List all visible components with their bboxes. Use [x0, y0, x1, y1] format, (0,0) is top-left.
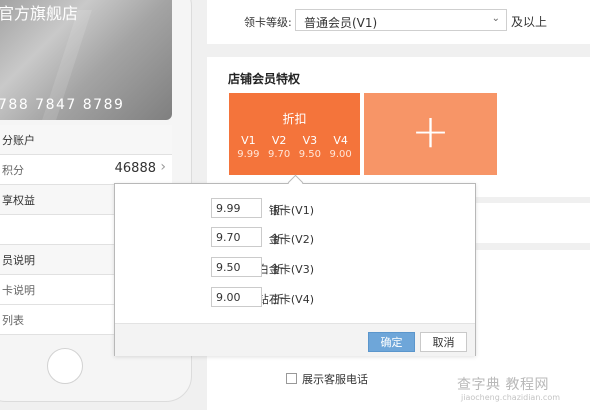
list-item-label: 享权益 — [2, 194, 35, 207]
discount-row-v2: 金卡(V2) 折 — [115, 227, 475, 249]
chevron-right-icon: › — [160, 159, 166, 175]
level-select-value: 普通会员(V1) — [304, 16, 378, 30]
list-item-label: 积分 — [2, 164, 24, 177]
discount-row-v4: 钻石卡(V4) 折 — [115, 287, 475, 309]
level-rate: 9.00 — [329, 149, 352, 160]
popup-footer: 确定 取消 — [115, 323, 475, 356]
list-item-label: 员说明 — [2, 254, 35, 267]
watermark-url: jiaocheng.chazidian.com — [461, 393, 561, 402]
list-item: 分账户 — [0, 125, 172, 155]
discount-input-v1[interactable] — [211, 198, 262, 218]
points-value: 46888 — [114, 161, 156, 176]
member-card: 官方旗舰店 788 7847 8789 — [0, 0, 172, 120]
list-item-label: 分账户 — [2, 134, 35, 147]
level-rate: 9.70 — [267, 149, 291, 160]
level-label: 领卡等级: — [244, 16, 292, 29]
discount-edit-popup: 银卡(V1) 折 金卡(V2) 折 白金卡(V3) 折 钻石卡(V4) 折 确定… — [114, 183, 476, 356]
discount-rates: 9.99 9.70 9.50 9.00 — [233, 149, 356, 160]
discount-tile-title: 折扣 — [282, 112, 307, 126]
level-rate: 9.50 — [298, 149, 321, 160]
discount-unit: 折 — [273, 293, 284, 306]
discount-input-v3[interactable] — [211, 257, 262, 277]
list-item-label: 卡说明 — [2, 284, 35, 297]
discount-row-v3: 白金卡(V3) 折 — [115, 257, 475, 279]
section-panel — [475, 203, 590, 243]
show-phone-checkbox[interactable]: 展示客服电话 — [286, 371, 368, 387]
discount-unit: 折 — [273, 233, 284, 246]
discount-unit: 折 — [273, 263, 284, 276]
cancel-button[interactable]: 取消 — [420, 332, 467, 352]
discount-tile[interactable]: 折扣 V1 V2 V3 V4 9.99 9.70 9.50 9.00 — [229, 93, 360, 175]
level-rate: 9.99 — [237, 149, 260, 160]
phone-home-button — [47, 348, 83, 384]
privileges-title: 店铺会员特权 — [228, 72, 301, 86]
discount-unit: 折 — [273, 204, 284, 217]
discount-input-v2[interactable] — [211, 227, 262, 247]
show-phone-label: 展示客服电话 — [302, 373, 368, 386]
points-row[interactable]: 积分 46888 › — [0, 155, 172, 185]
plus-icon: + — [411, 104, 450, 158]
level-select[interactable]: 普通会员(V1) ⌄ — [295, 9, 507, 31]
discount-input-v4[interactable] — [211, 287, 262, 307]
chevron-down-icon: ⌄ — [491, 13, 500, 24]
level-name: V2 — [271, 134, 287, 147]
checkbox-icon[interactable] — [286, 373, 297, 384]
discount-levels: V1 V2 V3 V4 — [233, 134, 356, 147]
card-shop-name: 官方旗舰店 — [0, 4, 79, 23]
confirm-button[interactable]: 确定 — [368, 332, 415, 352]
list-item-label: 列表 — [2, 314, 24, 327]
discount-row-v1: 银卡(V1) 折 — [115, 198, 475, 220]
watermark: 查字典 教程网 — [457, 377, 549, 393]
level-name: V1 — [241, 134, 256, 147]
discount-label: 白金卡(V3) — [257, 263, 314, 276]
level-name: V3 — [302, 134, 318, 147]
discount-label: 钻石卡(V4) — [257, 293, 314, 306]
add-privilege-button[interactable]: + — [364, 93, 497, 175]
level-name: V4 — [333, 134, 348, 147]
level-suffix: 及以上 — [511, 15, 548, 29]
card-number: 788 7847 8789 — [0, 97, 125, 113]
